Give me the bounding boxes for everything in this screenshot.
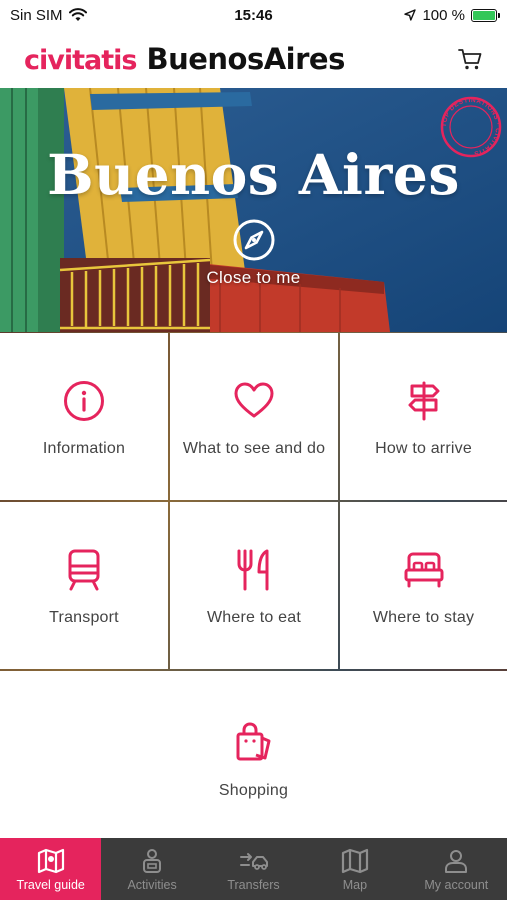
status-left: Sin SIM xyxy=(10,7,87,24)
tile-transport[interactable]: Transport xyxy=(0,502,168,669)
tab-map[interactable]: Map xyxy=(304,838,405,900)
status-bar: Sin SIM 15:46 100 % xyxy=(0,0,507,30)
tab-label: My account xyxy=(424,878,489,892)
user-icon xyxy=(445,850,468,873)
battery-percent: 100 % xyxy=(422,6,465,24)
tab-label: Activities xyxy=(127,878,177,892)
tab-activities[interactable]: Activities xyxy=(101,838,202,900)
tile-label: Where to eat xyxy=(206,609,301,626)
tile-how-to-arrive[interactable]: How to arrive xyxy=(340,333,507,500)
tile-shopping[interactable]: Shopping xyxy=(0,671,507,838)
bottom-tab-bar: Travel guide Activities Transfers Map My… xyxy=(0,838,507,900)
brand: civitatis BuenosAires xyxy=(24,42,345,76)
location-arrow-icon xyxy=(404,9,417,21)
cart-icon xyxy=(458,49,482,70)
train-icon xyxy=(62,548,106,592)
map-guide-icon xyxy=(37,848,64,874)
tab-travel-guide[interactable]: Travel guide xyxy=(0,838,102,900)
tab-label: Travel guide xyxy=(16,878,85,892)
wifi-icon xyxy=(68,8,87,21)
cart-button[interactable] xyxy=(455,44,485,74)
tile-label: Information xyxy=(42,440,126,457)
tile-where-to-eat[interactable]: Where to eat xyxy=(170,502,338,669)
tab-label: Map xyxy=(342,878,368,892)
status-right: 100 % xyxy=(404,6,500,24)
heart-icon xyxy=(232,379,276,423)
tile-label: Where to stay xyxy=(372,609,475,626)
tab-label: Transfers xyxy=(227,878,280,892)
tile-information[interactable]: Information xyxy=(0,333,168,500)
hero-banner: Buenos Aires Close to me TOP DESTINATION… xyxy=(0,88,507,332)
activities-icon xyxy=(143,849,162,873)
map-icon xyxy=(341,848,369,874)
tile-label: How to arrive xyxy=(375,440,472,457)
top-destinations-badge: TOP DESTINATIONS · CIVITATIS xyxy=(440,96,502,158)
bed-icon xyxy=(402,548,446,592)
city-name: BuenosAires xyxy=(146,42,345,76)
battery-fill xyxy=(473,10,495,20)
compass-icon xyxy=(233,219,274,261)
tile-label: Transport xyxy=(49,609,119,626)
tile-label: Shopping xyxy=(218,782,289,799)
battery-icon xyxy=(471,8,500,22)
civitatis-logo: civitatis xyxy=(24,45,137,76)
fork-knife-icon xyxy=(232,548,276,592)
tile-label: What to see and do xyxy=(182,440,326,457)
hero-title: Buenos Aires xyxy=(47,142,460,207)
tile-where-to-stay[interactable]: Where to stay xyxy=(340,502,507,669)
signpost-icon xyxy=(402,379,446,423)
app-header: civitatis BuenosAires xyxy=(0,30,507,88)
close-to-me-label: Close to me xyxy=(206,268,301,287)
guide-categories-grid: Information What to see and do How to ar… xyxy=(0,332,507,838)
shopping-bags-icon xyxy=(232,719,276,763)
tab-transfers[interactable]: Transfers xyxy=(203,838,304,900)
transfers-icon xyxy=(239,853,268,870)
hero-background-image xyxy=(0,88,507,332)
tile-what-to-see-and-do[interactable]: What to see and do xyxy=(170,333,338,500)
close-to-me-button[interactable]: Close to me xyxy=(0,218,507,288)
carrier-label: Sin SIM xyxy=(10,6,63,24)
tab-my-account[interactable]: My account xyxy=(406,838,507,900)
info-icon xyxy=(62,379,106,423)
